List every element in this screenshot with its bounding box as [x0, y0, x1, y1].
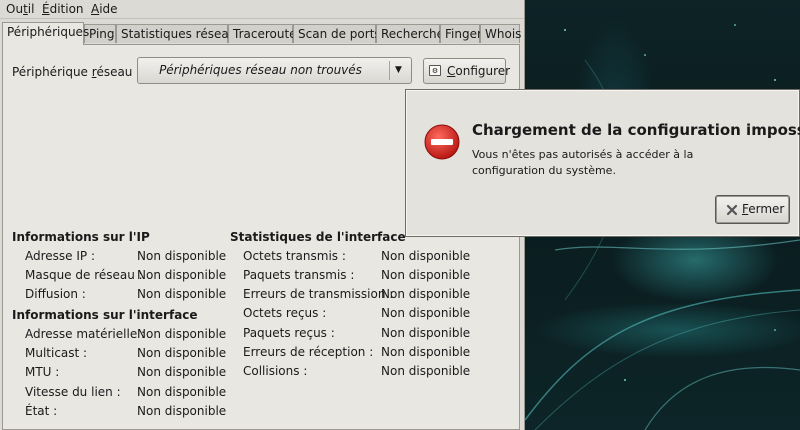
link-speed-label: Vitesse du lien :: [25, 385, 121, 399]
transmit-errors-value: Non disponible: [381, 287, 471, 301]
error-dialog: Chargement de la configuration impossibl…: [405, 89, 800, 237]
interface-stats-title: Statistiques de l'interface: [230, 230, 406, 244]
error-message-line-1: Vous n'êtes pas autorisés à accéder à la: [472, 148, 694, 161]
multicast-label: Multicast :: [25, 346, 88, 360]
network-device-combobox[interactable]: Périphériques réseau non trouvés ▼: [137, 57, 412, 84]
broadcast-label: Diffusion :: [25, 287, 86, 301]
state-label: État :: [25, 404, 58, 418]
configure-button-label: Configurer: [447, 64, 511, 78]
receive-errors-label: Erreurs de réception :: [243, 345, 374, 359]
error-message: Vous n'êtes pas autorisés à accéder à la…: [472, 147, 772, 179]
chevron-down-icon: ▼: [395, 65, 402, 75]
packets-sent-value: Non disponible: [381, 268, 471, 282]
ip-address-label: Adresse IP :: [25, 249, 96, 263]
multicast-value: Non disponible: [137, 346, 227, 360]
mtu-label: MTU :: [25, 365, 60, 379]
bytes-sent-value: Non disponible: [381, 249, 471, 263]
tab-recherche[interactable]: Recherche: [376, 24, 444, 43]
ip-address-value: Non disponible: [137, 249, 227, 263]
collisions-value: Non disponible: [381, 364, 471, 378]
error-message-line-2: configuration du système.: [472, 164, 616, 177]
tab-peripheriques[interactable]: Périphériques: [2, 22, 89, 45]
receive-errors-value: Non disponible: [381, 345, 471, 359]
ip-info-title: Informations sur l'IP: [12, 230, 150, 244]
menu-outil[interactable]: Outil: [6, 1, 34, 17]
tab-statistiques-reseau[interactable]: Statistiques réseau: [116, 24, 236, 43]
network-device-combobox-value: Périphériques réseau non trouvés: [159, 63, 362, 77]
interface-info-title: Informations sur l'interface: [12, 308, 198, 322]
close-button[interactable]: Fermer: [715, 195, 790, 224]
close-icon: [726, 204, 738, 216]
tab-scan-de-ports[interactable]: Scan de ports: [293, 24, 381, 43]
netmask-label: Masque de réseau :: [25, 268, 143, 282]
error-icon: [424, 124, 460, 160]
menu-aide[interactable]: Aide: [91, 1, 118, 17]
menubar: Outil Édition Aide: [0, 0, 524, 19]
tab-traceroute[interactable]: Traceroute: [228, 24, 297, 43]
packets-sent-label: Paquets transmis :: [243, 268, 355, 282]
combobox-separator: [389, 61, 390, 80]
state-value: Non disponible: [137, 404, 227, 418]
bytes-received-value: Non disponible: [381, 306, 471, 320]
hardware-address-value: Non disponible: [137, 327, 227, 341]
hardware-address-label: Adresse matérielle :: [25, 327, 146, 341]
tab-finger[interactable]: Finger: [440, 24, 482, 43]
menu-edition[interactable]: Édition: [42, 1, 84, 17]
mtu-value: Non disponible: [137, 365, 227, 379]
tab-bar: Périphériques Ping Statistiques réseau T…: [2, 22, 521, 45]
collisions-label: Collisions :: [243, 364, 308, 378]
packets-received-label: Paquets reçus :: [243, 326, 335, 340]
broadcast-value: Non disponible: [137, 287, 227, 301]
error-title: Chargement de la configuration impossibl…: [472, 121, 800, 139]
configure-icon: ⚙: [429, 65, 441, 76]
configure-button[interactable]: ⚙ Configurer: [423, 58, 510, 84]
tab-whois[interactable]: Whois: [480, 24, 521, 43]
network-device-label: Périphérique réseau :: [12, 65, 141, 79]
close-button-label: Fermer: [742, 202, 785, 216]
packets-received-value: Non disponible: [381, 326, 471, 340]
netmask-value: Non disponible: [137, 268, 227, 282]
bytes-sent-label: Octets transmis :: [243, 249, 346, 263]
bytes-received-label: Octets reçus :: [243, 306, 327, 320]
transmit-errors-label: Erreurs de transmission :: [243, 287, 394, 301]
link-speed-value: Non disponible: [137, 385, 227, 399]
